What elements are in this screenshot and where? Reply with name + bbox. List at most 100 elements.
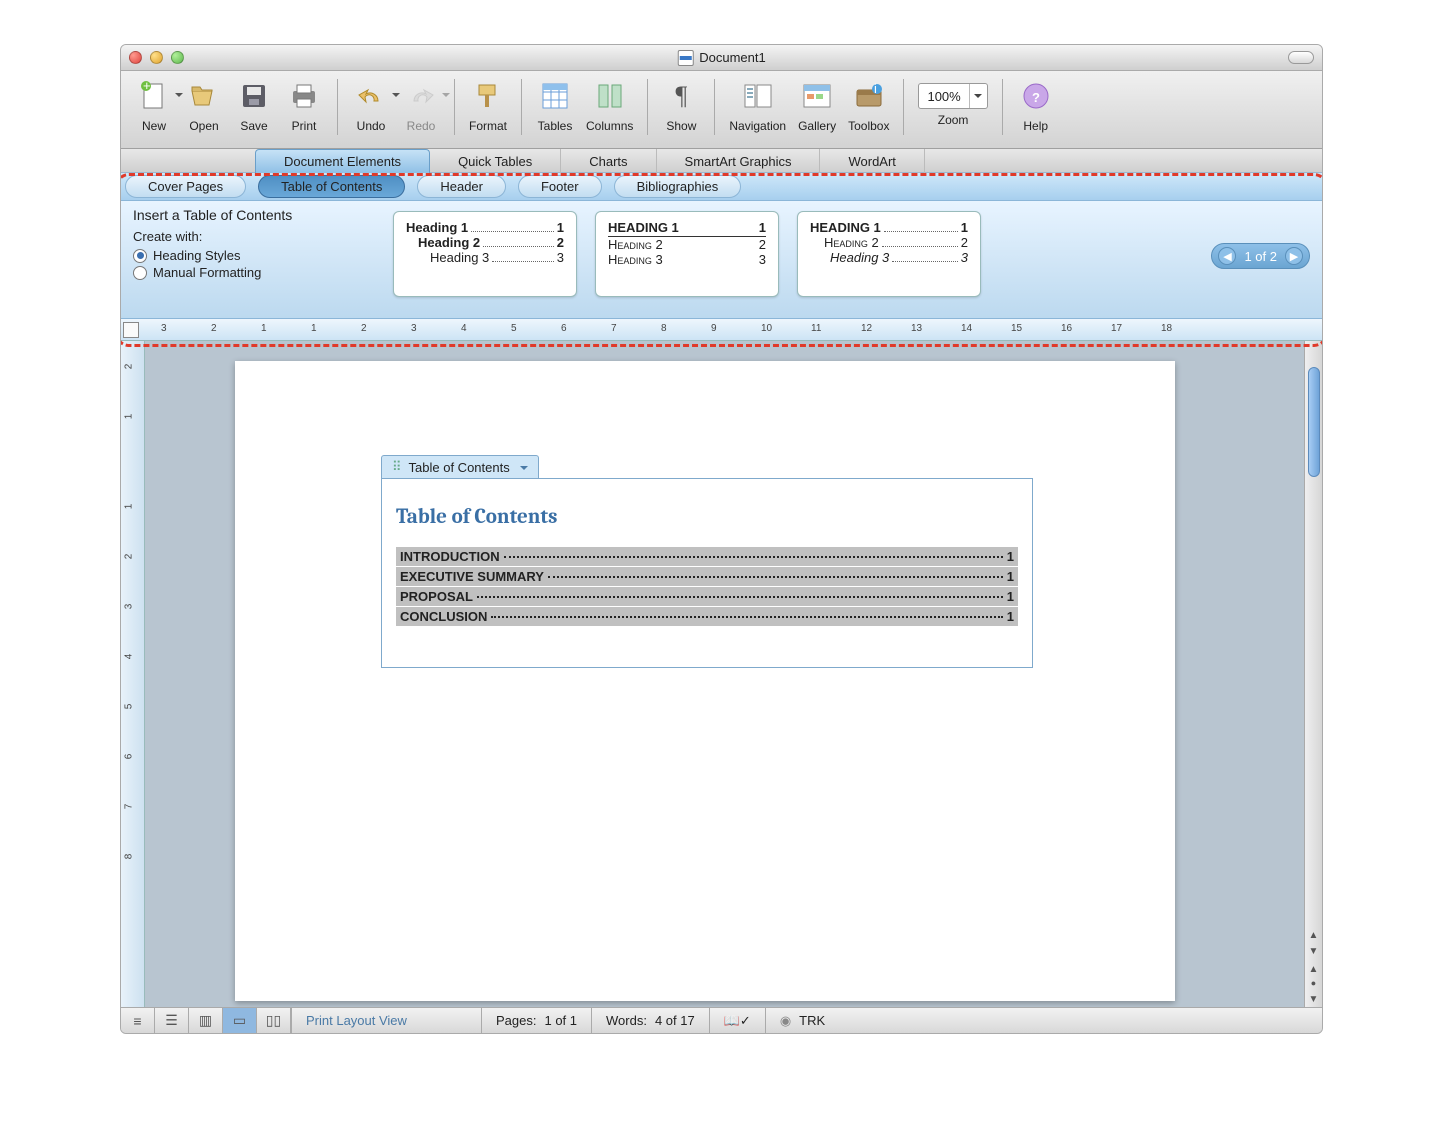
next-page-icon[interactable]: ▼ (1305, 991, 1322, 1007)
toc-preview-3[interactable]: HEADING 11 Heading 22 Heading 33 (797, 211, 981, 297)
drag-handle-icon[interactable]: ⠿ (392, 459, 403, 475)
vertical-scrollbar[interactable]: ▲ ▼ ▲ ● ▼ (1304, 341, 1322, 1007)
browse-object-icon[interactable]: ● (1305, 975, 1322, 991)
radio-manual-formatting[interactable]: Manual Formatting (133, 265, 373, 280)
gallery-button[interactable]: Gallery (798, 77, 836, 133)
print-button[interactable]: Print (285, 77, 323, 133)
tab-wordart[interactable]: WordArt (820, 149, 924, 173)
preview-pager: ◀ 1 of 2 ▶ (1211, 243, 1310, 269)
standard-toolbar: + New Open Save Print Undo Redo Format (121, 71, 1322, 149)
toc-entry[interactable]: CONCLUSION1 (396, 607, 1018, 627)
toc-content-box: Table of Contents INTRODUCTION1EXECUTIVE… (381, 478, 1033, 668)
undo-button[interactable]: Undo (352, 77, 390, 133)
toc-field[interactable]: ⠿ Table of Contents Table of Contents IN… (381, 455, 1033, 668)
zoom-icon[interactable] (171, 51, 184, 64)
view-normal-button[interactable]: ≡ (121, 1008, 155, 1033)
new-button[interactable]: + New (135, 77, 173, 133)
toc-options: Insert a Table of Contents Create with: … (133, 207, 373, 282)
save-button[interactable]: Save (235, 77, 273, 133)
print-icon (285, 77, 323, 115)
minimize-icon[interactable] (150, 51, 163, 64)
open-button[interactable]: Open (185, 77, 223, 133)
status-words[interactable]: Words:4 of 17 (591, 1008, 709, 1033)
subtab-footer[interactable]: Footer (518, 175, 602, 198)
window-controls (129, 51, 184, 64)
scroll-up-icon[interactable]: ▲ (1305, 927, 1322, 943)
page-viewport[interactable]: ⠿ Table of Contents Table of Contents IN… (145, 341, 1322, 1007)
tab-quick-tables[interactable]: Quick Tables (430, 149, 561, 173)
toc-panel-title: Insert a Table of Contents (133, 207, 373, 223)
tables-icon (536, 77, 574, 115)
toc-entry[interactable]: EXECUTIVE SUMMARY1 (396, 567, 1018, 587)
view-outline-button[interactable]: ☰ (155, 1008, 189, 1033)
window-title-text: Document1 (699, 50, 765, 65)
window-title: Document1 (677, 50, 765, 66)
status-bar: ≡ ☰ ▥ ▭ ▯▯ Print Layout View Pages:1 of … (121, 1007, 1322, 1033)
toolbox-button[interactable]: i Toolbox (848, 77, 889, 133)
toc-preview-2[interactable]: HEADING 11 Heading 22 Heading 33 (595, 211, 779, 297)
status-spellcheck[interactable]: 📖✓ (709, 1008, 765, 1033)
svg-text:+: + (143, 81, 151, 93)
columns-button[interactable]: Columns (586, 77, 633, 133)
toc-style-previews: Heading 11 Heading 22 Heading 33 HEADING… (393, 211, 981, 297)
spellcheck-icon: 📖✓ (724, 1013, 751, 1029)
create-with-label: Create with: (133, 229, 373, 244)
subtab-bibliographies[interactable]: Bibliographies (614, 175, 742, 198)
view-print-layout-button[interactable]: ▭ (223, 1008, 257, 1033)
vertical-ruler[interactable]: 2 1 1 2 3 4 5 6 7 8 (121, 341, 145, 1007)
toc-heading: Table of Contents (396, 505, 1018, 529)
document-icon (677, 50, 693, 66)
ribbon-tabs: Document Elements Quick Tables Charts Sm… (121, 149, 1322, 173)
new-icon: + (135, 77, 173, 115)
tab-smartart-graphics[interactable]: SmartArt Graphics (657, 149, 821, 173)
svg-text:?: ? (1032, 90, 1040, 105)
status-track-changes[interactable]: ◉TRK (765, 1008, 839, 1033)
status-view-name: Print Layout View (291, 1008, 481, 1033)
chevron-down-icon[interactable] (516, 460, 528, 475)
tab-document-elements[interactable]: Document Elements (255, 149, 430, 173)
tab-charts[interactable]: Charts (561, 149, 656, 173)
zoom-selector[interactable]: 100% (918, 83, 987, 109)
open-icon (185, 77, 223, 115)
show-icon: ¶ (662, 77, 700, 115)
document-page[interactable]: ⠿ Table of Contents Table of Contents IN… (235, 361, 1175, 1001)
navigation-button[interactable]: Navigation (729, 77, 786, 133)
subtab-table-of-contents[interactable]: Table of Contents (258, 175, 405, 198)
zoom-control[interactable]: 100% Zoom (918, 77, 987, 127)
format-button[interactable]: Format (469, 77, 507, 133)
chevron-down-icon[interactable] (969, 84, 987, 108)
toc-entry[interactable]: INTRODUCTION1 (396, 547, 1018, 567)
toc-preview-1[interactable]: Heading 11 Heading 22 Heading 33 (393, 211, 577, 297)
save-icon (235, 77, 273, 115)
tab-selector-icon[interactable] (123, 322, 139, 338)
help-button[interactable]: ? Help (1017, 77, 1055, 133)
navigation-icon (739, 77, 777, 115)
horizontal-ruler[interactable]: 321123456789101112131415161718 (121, 319, 1322, 341)
radio-unselected-icon (133, 266, 147, 280)
status-pages[interactable]: Pages:1 of 1 (481, 1008, 591, 1033)
redo-icon (402, 77, 440, 115)
scroll-down-icon[interactable]: ▼ (1305, 943, 1322, 959)
toolbox-icon: i (850, 77, 888, 115)
tables-button[interactable]: Tables (536, 77, 574, 133)
show-button[interactable]: ¶ Show (662, 77, 700, 133)
toc-entry[interactable]: PROPOSAL1 (396, 587, 1018, 607)
svg-text:i: i (874, 82, 877, 96)
title-bar: Document1 (121, 45, 1322, 71)
pager-prev-button[interactable]: ◀ (1218, 247, 1236, 265)
undo-icon (352, 77, 390, 115)
view-notebook-button[interactable]: ▯▯ (257, 1008, 291, 1033)
redo-button[interactable]: Redo (402, 77, 440, 133)
radio-heading-styles[interactable]: Heading Styles (133, 248, 373, 263)
scrollbar-thumb[interactable] (1308, 367, 1320, 477)
subtab-header[interactable]: Header (417, 175, 506, 198)
radio-selected-icon (133, 249, 147, 263)
subtab-cover-pages[interactable]: Cover Pages (125, 175, 246, 198)
toolbar-toggle-button[interactable] (1288, 51, 1314, 64)
toc-field-tab[interactable]: ⠿ Table of Contents (381, 455, 539, 478)
toc-insert-panel: Insert a Table of Contents Create with: … (121, 201, 1322, 319)
close-icon[interactable] (129, 51, 142, 64)
pager-next-button[interactable]: ▶ (1285, 247, 1303, 265)
record-icon: ◉ (780, 1013, 791, 1029)
view-publishing-button[interactable]: ▥ (189, 1008, 223, 1033)
